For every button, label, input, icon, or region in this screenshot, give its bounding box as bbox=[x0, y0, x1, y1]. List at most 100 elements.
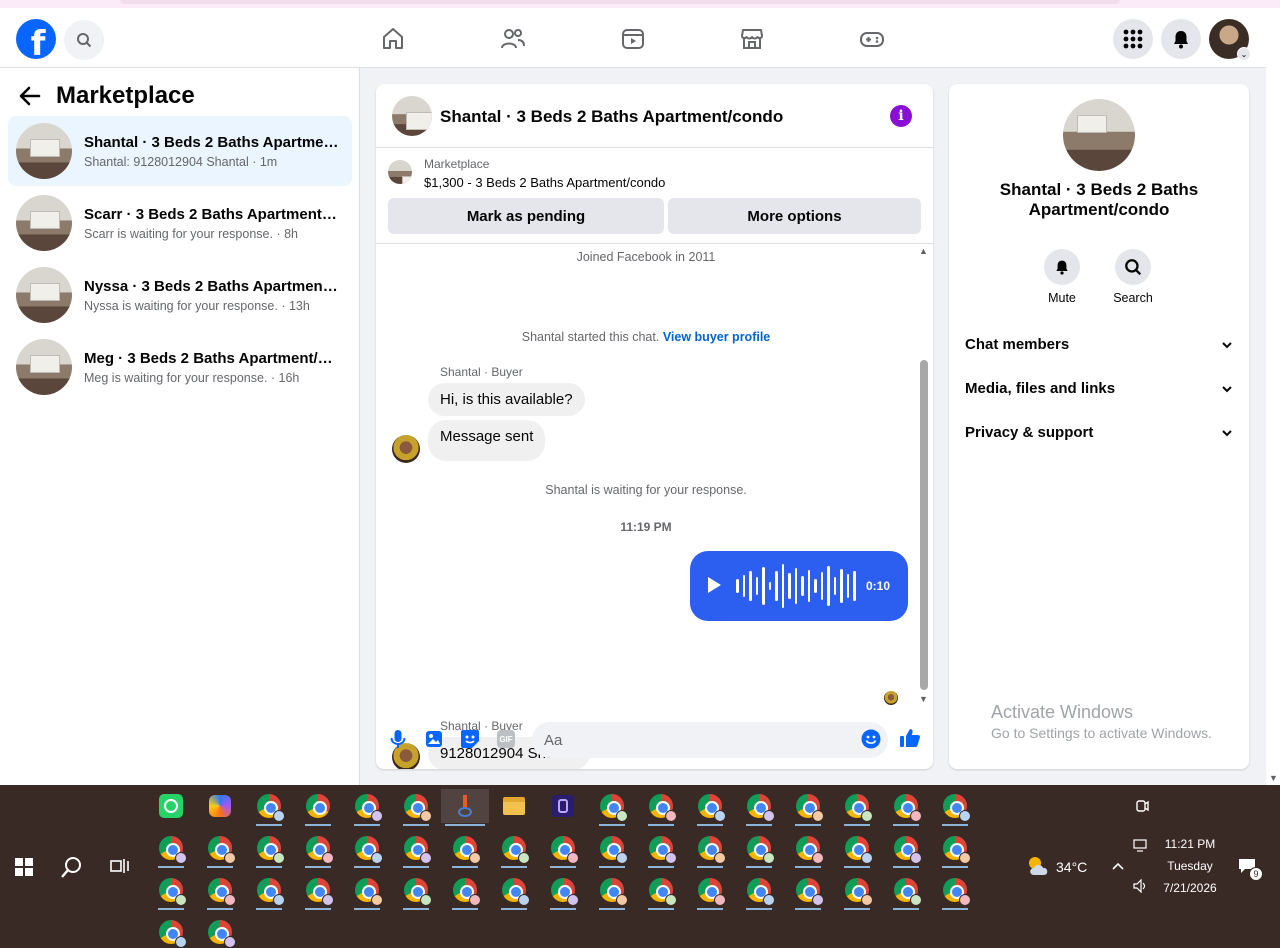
chrome-profile-button[interactable] bbox=[154, 873, 188, 910]
start-button[interactable] bbox=[15, 858, 33, 881]
chrome-profile-button[interactable] bbox=[938, 789, 972, 826]
chrome-profile-button[interactable] bbox=[693, 831, 727, 868]
play-icon[interactable] bbox=[708, 577, 721, 593]
chrome-profile-button[interactable] bbox=[644, 831, 678, 868]
facebook-logo[interactable]: f bbox=[16, 19, 56, 59]
voice-message[interactable]: 0:10 bbox=[690, 551, 908, 621]
conversation-item[interactable]: Scarr · 3 Beds 2 Baths Apartment/condo S… bbox=[8, 188, 352, 258]
chrome-profile-button[interactable] bbox=[203, 831, 237, 868]
chrome-profile-button[interactable] bbox=[742, 789, 776, 826]
chrome-profile-button[interactable] bbox=[399, 831, 433, 868]
nav-friends[interactable] bbox=[495, 21, 531, 57]
chrome-profile-button[interactable] bbox=[791, 873, 825, 910]
nav-marketplace[interactable] bbox=[734, 21, 770, 57]
more-options-button[interactable]: More options bbox=[668, 198, 921, 234]
message-bubble[interactable]: Message sent bbox=[428, 420, 546, 461]
chrome-profile-button[interactable] bbox=[154, 915, 188, 948]
chrome-profile-button[interactable] bbox=[448, 873, 482, 910]
chrome-profile-button[interactable] bbox=[742, 873, 776, 910]
menu-button[interactable] bbox=[1113, 19, 1153, 59]
clock-time[interactable]: 11:21 PM bbox=[1160, 837, 1220, 851]
chrome-profile-button[interactable] bbox=[840, 831, 874, 868]
listing-title[interactable]: $1,300 - 3 Beds 2 Baths Apartment/condo bbox=[424, 175, 665, 190]
task-view-button[interactable] bbox=[110, 857, 130, 880]
file-explorer-button[interactable] bbox=[497, 789, 531, 823]
chrome-profile-button[interactable] bbox=[742, 831, 776, 868]
chrome-profile-button[interactable] bbox=[840, 873, 874, 910]
chrome-profile-button[interactable] bbox=[938, 873, 972, 910]
gif-button[interactable]: GIF bbox=[495, 728, 517, 750]
meet-now-button[interactable] bbox=[1125, 789, 1159, 823]
scrollbar-thumb[interactable] bbox=[920, 360, 928, 690]
back-arrow-icon[interactable] bbox=[18, 84, 42, 108]
chrome-profile-button[interactable] bbox=[203, 915, 237, 948]
conversation-item[interactable]: Meg · 3 Beds 2 Baths Apartment/condo Meg… bbox=[8, 332, 352, 402]
message-bubble[interactable]: Hi, is this available? bbox=[428, 383, 585, 416]
info-icon[interactable]: i bbox=[890, 105, 912, 127]
scroll-down-arrow-icon[interactable]: ▼ bbox=[919, 694, 928, 704]
chrome-profile-button[interactable] bbox=[350, 873, 384, 910]
chrome-profile-button[interactable] bbox=[595, 789, 629, 826]
chrome-profile-button[interactable] bbox=[693, 873, 727, 910]
chrome-profile-button[interactable] bbox=[889, 831, 923, 868]
chrome-profile-button[interactable] bbox=[693, 789, 727, 826]
chrome-profile-button[interactable] bbox=[399, 873, 433, 910]
network-icon[interactable] bbox=[1124, 829, 1158, 863]
page-scrollbar[interactable]: ▼ bbox=[1266, 8, 1280, 785]
nav-home[interactable] bbox=[375, 21, 411, 57]
chrome-profile-button[interactable] bbox=[154, 831, 188, 868]
account-avatar[interactable]: ⌄ bbox=[1209, 19, 1251, 61]
view-buyer-profile-link[interactable]: View buyer profile bbox=[663, 330, 770, 344]
nav-watch[interactable] bbox=[615, 21, 651, 57]
chrome-profile-button[interactable] bbox=[252, 831, 286, 868]
chrome-profile-button[interactable] bbox=[252, 789, 286, 826]
chrome-app-button[interactable] bbox=[301, 789, 335, 826]
chrome-profile-button[interactable] bbox=[497, 873, 531, 910]
app-button[interactable] bbox=[546, 789, 580, 823]
notification-center-button[interactable]: 9 bbox=[1230, 849, 1264, 883]
chrome-profile-button[interactable] bbox=[252, 873, 286, 910]
scroll-down-arrow-icon[interactable]: ▼ bbox=[1269, 773, 1278, 783]
chrome-profile-button[interactable] bbox=[301, 831, 335, 868]
taskbar-search-button[interactable] bbox=[60, 855, 84, 884]
whatsapp-app-button[interactable] bbox=[154, 789, 188, 823]
section-chat-members[interactable]: Chat members bbox=[965, 336, 1233, 353]
chrome-profile-button[interactable] bbox=[448, 831, 482, 868]
sender-avatar[interactable] bbox=[392, 435, 420, 463]
chrome-profile-button[interactable] bbox=[546, 873, 580, 910]
chat-scrollbar[interactable]: ▲ ▼ bbox=[917, 244, 931, 706]
section-privacy-support[interactable]: Privacy & support bbox=[965, 424, 1233, 441]
search-in-conversation-button[interactable]: Search bbox=[1103, 249, 1163, 305]
chat-avatar[interactable] bbox=[392, 96, 432, 136]
message-input[interactable]: Aa bbox=[532, 722, 888, 758]
app-button[interactable] bbox=[441, 789, 489, 826]
sticker-button[interactable] bbox=[459, 728, 481, 750]
chrome-profile-button[interactable] bbox=[203, 873, 237, 910]
chrome-profile-button[interactable] bbox=[350, 831, 384, 868]
search-button[interactable] bbox=[64, 20, 104, 60]
chrome-profile-button[interactable] bbox=[644, 789, 678, 826]
chrome-profile-button[interactable] bbox=[595, 873, 629, 910]
chrome-profile-button[interactable] bbox=[938, 831, 972, 868]
chrome-profile-button[interactable] bbox=[840, 789, 874, 826]
scroll-up-arrow-icon[interactable]: ▲ bbox=[919, 246, 928, 256]
chrome-profile-button[interactable] bbox=[644, 873, 678, 910]
conversation-item[interactable]: Nyssa · 3 Beds 2 Baths Apartment/condo N… bbox=[8, 260, 352, 330]
voice-clip-button[interactable] bbox=[387, 728, 409, 750]
conversation-item[interactable]: Shantal · 3 Beds 2 Baths Apartment/condo… bbox=[8, 116, 352, 186]
section-media-files-links[interactable]: Media, files and links bbox=[965, 380, 1233, 397]
chrome-profile-button[interactable] bbox=[791, 789, 825, 826]
weather-icon[interactable] bbox=[1022, 849, 1056, 883]
notifications-button[interactable] bbox=[1161, 19, 1201, 59]
attach-photo-button[interactable] bbox=[423, 728, 445, 750]
like-button[interactable] bbox=[899, 727, 921, 749]
listing-photo[interactable] bbox=[1063, 99, 1135, 171]
mark-as-pending-button[interactable]: Mark as pending bbox=[388, 198, 664, 234]
temperature[interactable]: 34°C bbox=[1056, 859, 1087, 875]
chrome-profile-button[interactable] bbox=[791, 831, 825, 868]
volume-icon[interactable] bbox=[1124, 869, 1158, 903]
chrome-profile-button[interactable] bbox=[497, 831, 531, 868]
chrome-profile-button[interactable] bbox=[350, 789, 384, 826]
chrome-profile-button[interactable] bbox=[301, 873, 335, 910]
chrome-profile-button[interactable] bbox=[546, 831, 580, 868]
